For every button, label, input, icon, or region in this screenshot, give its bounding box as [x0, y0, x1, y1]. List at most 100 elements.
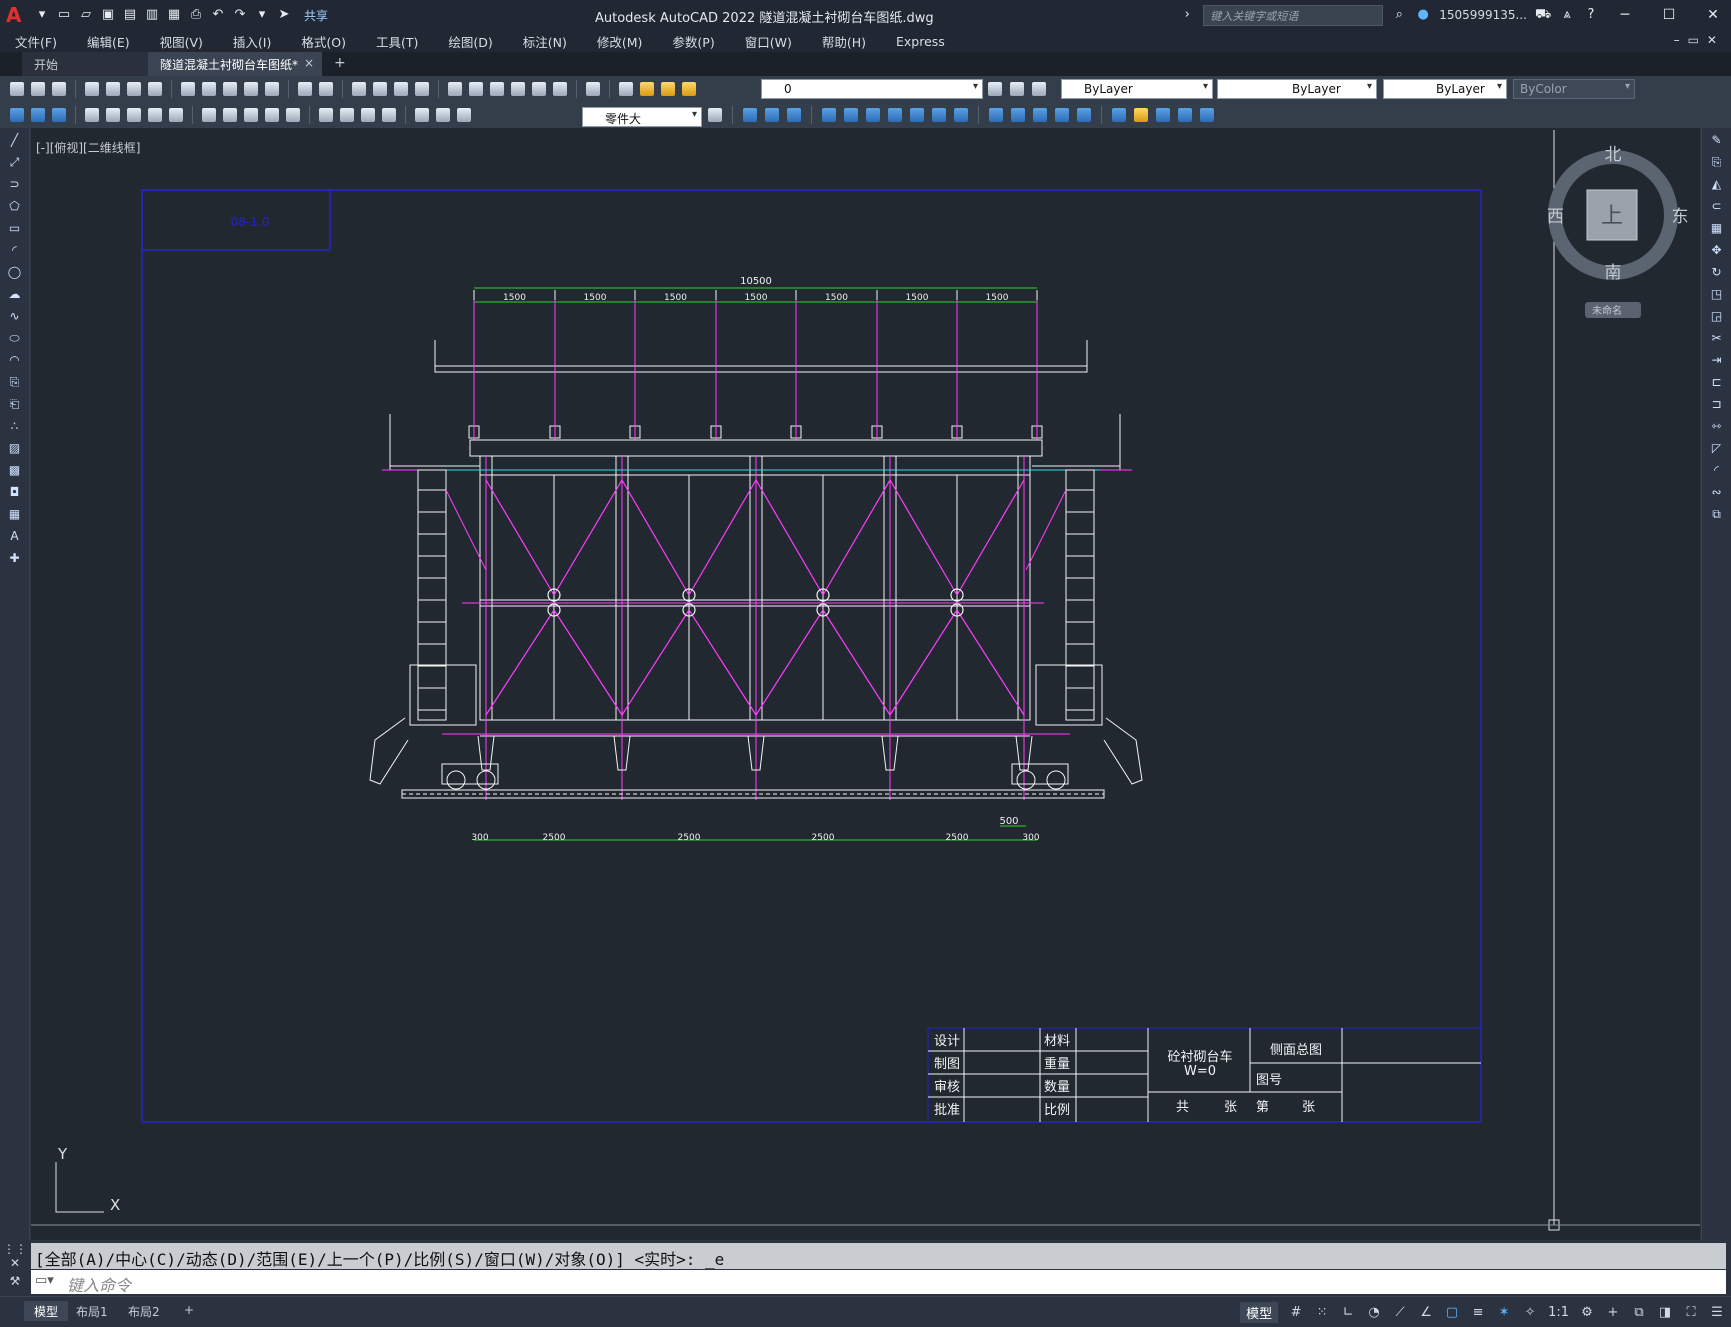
- layout-tab-1[interactable]: 布局1: [66, 1301, 118, 1321]
- brace: [485, 609, 555, 716]
- auto-scale-icon[interactable]: ✧: [1522, 1305, 1538, 1320]
- ortho-icon[interactable]: ∟: [1340, 1305, 1356, 1320]
- clean-screen-icon[interactable]: ⛶: [1683, 1305, 1699, 1320]
- left-wheel-1: [446, 770, 466, 790]
- brace: [755, 609, 824, 716]
- bottom-dim-labels: 300 2500 2500 2500 2500 300: [471, 833, 1039, 843]
- customize-icon[interactable]: ☰: [1709, 1305, 1725, 1320]
- rail-and-wheels: [401, 735, 1105, 799]
- wcs-label: 未命名: [1592, 304, 1622, 317]
- ucs-y-label: Y: [57, 1145, 68, 1163]
- right-brace: [1025, 489, 1067, 571]
- units-icon[interactable]: ⧉: [1631, 1305, 1647, 1320]
- dim-top-label: 1500: [664, 293, 687, 303]
- dim-bottom-label: 2500: [678, 833, 701, 843]
- dim-bottom-label: 2500: [543, 833, 566, 843]
- brace: [956, 609, 1025, 716]
- bottom-dimensions: 500 300 2500 2500 2500 2500 300: [471, 816, 1039, 843]
- left-jack-box: [409, 664, 477, 726]
- tb-weight: 重量: [1044, 1056, 1070, 1072]
- dim-bottom-label: 2500: [812, 833, 835, 843]
- tb-sheets2: 张: [1302, 1100, 1315, 1115]
- tb-drawing-no: 图号: [1256, 1073, 1282, 1088]
- snap-icon[interactable]: ⁙: [1314, 1305, 1330, 1320]
- tb-number: 第: [1256, 1100, 1269, 1115]
- workspace-gear-icon[interactable]: ⚙: [1579, 1305, 1595, 1320]
- annotation-monitor-icon[interactable]: +: [1605, 1305, 1621, 1320]
- quick-properties-icon[interactable]: ◨: [1657, 1305, 1673, 1320]
- isodraft-icon[interactable]: ⟋: [1392, 1305, 1408, 1320]
- command-side: ⋮⋮ ✕ ⚒: [0, 1240, 30, 1296]
- viewcube-svg: 上 北 南 东 西 未命名: [1547, 145, 1689, 318]
- tb-name: 砼衬砌台车: [1167, 1049, 1232, 1065]
- dim-top-label: 1500: [825, 293, 848, 303]
- tb-scale: 比例: [1044, 1103, 1070, 1118]
- left-ladder-rungs: [418, 489, 446, 711]
- dim-bottom-label: 2500: [946, 833, 969, 843]
- brace: [822, 479, 891, 596]
- osnap-track-icon[interactable]: ∠: [1418, 1305, 1434, 1320]
- compass-east: 东: [1672, 207, 1689, 227]
- compass-west: 西: [1547, 207, 1564, 227]
- command-input[interactable]: ▭▾ 键入命令: [31, 1270, 1726, 1295]
- ucs-axes: [55, 1162, 104, 1213]
- brace: [688, 479, 757, 596]
- tb-wval: W=0: [1184, 1064, 1216, 1079]
- add-layout-icon[interactable]: +: [174, 1301, 204, 1321]
- brace: [889, 479, 958, 596]
- ucs-icon: Y X: [55, 1145, 120, 1214]
- brace: [485, 479, 555, 596]
- brace: [553, 609, 623, 716]
- right-ladder: [1025, 469, 1143, 785]
- layout-tab-2[interactable]: 布局2: [118, 1301, 170, 1321]
- tb-material: 材料: [1044, 1034, 1070, 1049]
- viewcube[interactable]: 上 北 南 东 西 未命名: [1545, 140, 1695, 330]
- layout-tab-model[interactable]: 模型: [24, 1301, 69, 1321]
- left-bogie: [441, 763, 499, 785]
- reference-text: 08-1.0: [231, 215, 270, 229]
- model-space-button[interactable]: 模型: [1240, 1302, 1279, 1323]
- dim-top-label: 1500: [584, 293, 607, 303]
- polar-icon[interactable]: ◔: [1366, 1305, 1382, 1320]
- brace: [956, 479, 1025, 596]
- annotation-scale[interactable]: 1:1: [1548, 1305, 1569, 1320]
- right-wheel-1: [1016, 770, 1036, 790]
- brace: [755, 479, 824, 596]
- dim-top-label: 1500: [503, 293, 526, 303]
- tb-review: 审核: [934, 1080, 960, 1095]
- ucs-x-label: X: [110, 1196, 120, 1214]
- annotation-visibility-icon[interactable]: ✶: [1496, 1305, 1512, 1320]
- grid-icon[interactable]: #: [1288, 1305, 1304, 1320]
- dim-total-label: 10500: [740, 276, 772, 287]
- support-legs: [477, 735, 1033, 771]
- status-tools: 模型 # ⁙ ∟ ◔ ⟋ ∠ ▢ ≡ ✶ ✧ 1:1 ⚙ + ⧉ ◨ ⛶ ☰: [1240, 1302, 1725, 1323]
- command-customize-icon[interactable]: ⚒: [0, 1274, 30, 1288]
- command-close-icon[interactable]: ✕: [0, 1256, 30, 1270]
- dim-bottom-label: 300: [1022, 833, 1039, 843]
- brace: [621, 479, 690, 596]
- tb-quantity: 数量: [1044, 1080, 1070, 1095]
- right-ladder-rail: [1065, 469, 1095, 721]
- brace: [889, 609, 958, 716]
- dim-top-label: 1500: [986, 293, 1009, 303]
- right-wheel-2: [1046, 770, 1066, 790]
- command-grip-icon[interactable]: ⋮⋮: [0, 1242, 30, 1256]
- drawing-svg: 08-1.0 10500 1500 1500 1500 1500 1500 1500 150…: [31, 130, 1700, 1231]
- tb-total: 共: [1176, 1100, 1189, 1115]
- top-beam: [469, 439, 1043, 457]
- command-prompt-icon[interactable]: ▭▾: [35, 1273, 54, 1288]
- osnap-icon[interactable]: ▢: [1444, 1305, 1460, 1320]
- roof-posts: [468, 290, 1043, 440]
- tb-sheets1: 张: [1224, 1100, 1237, 1115]
- dim-top-label: 1500: [906, 293, 929, 303]
- right-ladder-rungs: [1066, 489, 1094, 711]
- tb-draft: 制图: [934, 1057, 960, 1072]
- brace: [553, 479, 623, 596]
- lineweight-icon[interactable]: ≡: [1470, 1305, 1486, 1320]
- right-bogie: [1011, 763, 1069, 785]
- frame-columns: [479, 455, 1031, 800]
- tb-design: 设计: [934, 1034, 960, 1049]
- command-history: [全部(A)/中心(C)/动态(D)/范围(E)/上一个(P)/比例(S)/窗口…: [31, 1243, 1726, 1269]
- left-ladder: [369, 469, 487, 785]
- roof-structure: [389, 290, 1121, 470]
